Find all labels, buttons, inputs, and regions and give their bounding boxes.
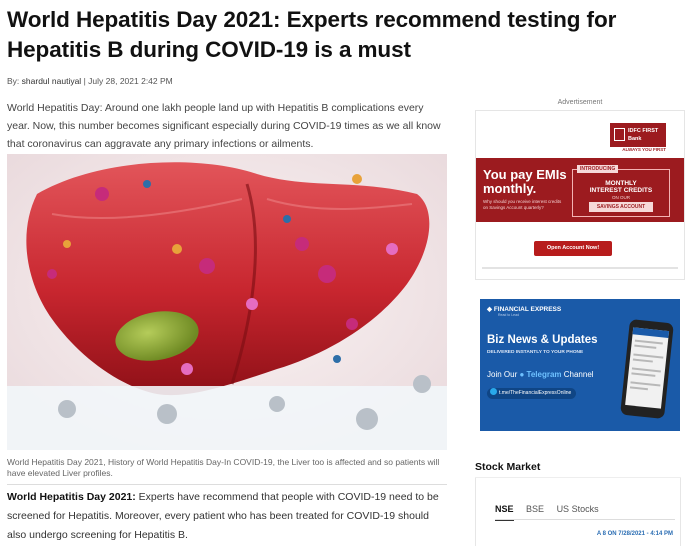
intro-main: MONTHLY INTEREST CREDITS — [573, 180, 669, 194]
fe-brand-text: FINANCIAL EXPRESS — [493, 306, 562, 313]
telegram-label: ● Telegram — [519, 370, 561, 379]
phone-screen-line — [630, 381, 661, 387]
stock-market-title: Stock Market — [475, 461, 541, 473]
hero-image-liver-illustration — [7, 154, 447, 450]
advertisement-label: Advertisement — [557, 99, 603, 106]
phone-screen-line — [634, 344, 657, 349]
fe-headline: Biz News & Updates — [487, 334, 598, 346]
ad-headline-line2: monthly. — [483, 181, 537, 196]
article-summary: World Hepatitis Day: Around one lakh peo… — [7, 102, 441, 150]
intro-product: SAVINGS ACCOUNT — [589, 202, 653, 212]
fe-join-suffix: Channel — [561, 370, 594, 379]
stock-timestamp: A 8 ON 7/28/2021 - 4:14 PM — [596, 531, 673, 537]
intro-main-line1: MONTHLY — [605, 180, 637, 187]
article-title: World Hepatitis Day 2021: Experts recomm… — [7, 7, 617, 62]
phone-screen-line — [631, 372, 656, 377]
phone-screen-header — [632, 327, 670, 339]
caption-divider — [7, 484, 447, 485]
idfc-logo: IDFC FIRST Bank — [610, 123, 666, 147]
fe-logo-icon: ◆ — [487, 306, 492, 313]
publish-date: July 28, 2021 2:42 PM — [88, 76, 173, 86]
fe-join-prefix: Join Our — [487, 370, 520, 379]
idfc-logo-mark-icon — [614, 128, 625, 141]
body-lead: World Hepatitis Day 2021: — [7, 491, 136, 503]
tab-bse[interactable]: BSE — [526, 504, 544, 519]
article-body-paragraph: World Hepatitis Day 2021: Experts have r… — [7, 488, 451, 545]
ad-fineprint — [482, 267, 678, 269]
fe-brand-sub: Read to Lead — [498, 313, 520, 317]
image-caption: World Hepatitis Day 2021, History of Wor… — [7, 457, 440, 478]
telegram-icon: ● — [519, 370, 525, 379]
telegram-text: Telegram — [526, 370, 562, 379]
intro-box: INTRODUCING MONTHLY INTEREST CREDITS ON … — [572, 165, 670, 217]
idfc-tagline: ALWAYS YOU FIRST — [622, 147, 666, 152]
phone-screen-line — [631, 367, 661, 373]
telegram-link[interactable]: t.me/TheFinancialExpressOnline — [487, 388, 577, 399]
liver-illustration — [7, 154, 447, 450]
byline: By: shardul nautiyal | July 28, 2021 2:4… — [7, 76, 173, 86]
stock-tabs: NSE BSE US Stocks — [495, 504, 609, 521]
intro-on: ON OUR — [612, 195, 630, 200]
author-link[interactable]: shardul nautiyal — [22, 76, 82, 86]
phone-screen-line — [629, 386, 648, 391]
financial-express-telegram-ad[interactable]: ◆ FINANCIAL EXPRESS Read to Lead Biz New… — [480, 299, 680, 431]
ad-headline: You pay EMIs monthly. — [483, 168, 567, 196]
telegram-link-text: t.me/TheFinancialExpressOnline — [499, 390, 572, 396]
ad-headline-line1: You pay EMIs — [483, 167, 567, 182]
idfc-logo-text: IDFC FIRST Bank — [628, 128, 659, 142]
stock-tabs-underline — [495, 519, 675, 520]
byline-label: By: — [7, 76, 20, 86]
phone-screen-line — [633, 353, 664, 359]
stock-market-widget: NSE BSE US Stocks A 8 ON 7/28/2021 - 4:1… — [475, 478, 681, 546]
phone-screen-line — [634, 339, 663, 345]
ad-subtext: Why should you receive interest credits … — [483, 199, 562, 210]
phone-mockup — [620, 318, 674, 420]
intro-main-line2: INTEREST CREDITS — [589, 187, 653, 194]
fe-brand: ◆ FINANCIAL EXPRESS — [487, 305, 561, 313]
tab-us-stocks[interactable]: US Stocks — [557, 504, 599, 519]
open-account-button[interactable]: Open Account Now! — [534, 241, 612, 256]
intro-tag: INTRODUCING — [577, 165, 619, 173]
fe-join-text: Join Our ● Telegram Channel — [487, 370, 594, 379]
phone-screen-line — [632, 358, 653, 363]
fe-subhead: DELIVERED INSTANTLY TO YOUR PHONE — [487, 350, 584, 355]
phone-screen — [625, 327, 670, 409]
byline-separator: | — [83, 76, 86, 86]
idfc-bank-ad[interactable]: IDFC FIRST Bank ALWAYS YOU FIRST You pay… — [475, 110, 685, 280]
telegram-dot-icon — [490, 388, 497, 395]
